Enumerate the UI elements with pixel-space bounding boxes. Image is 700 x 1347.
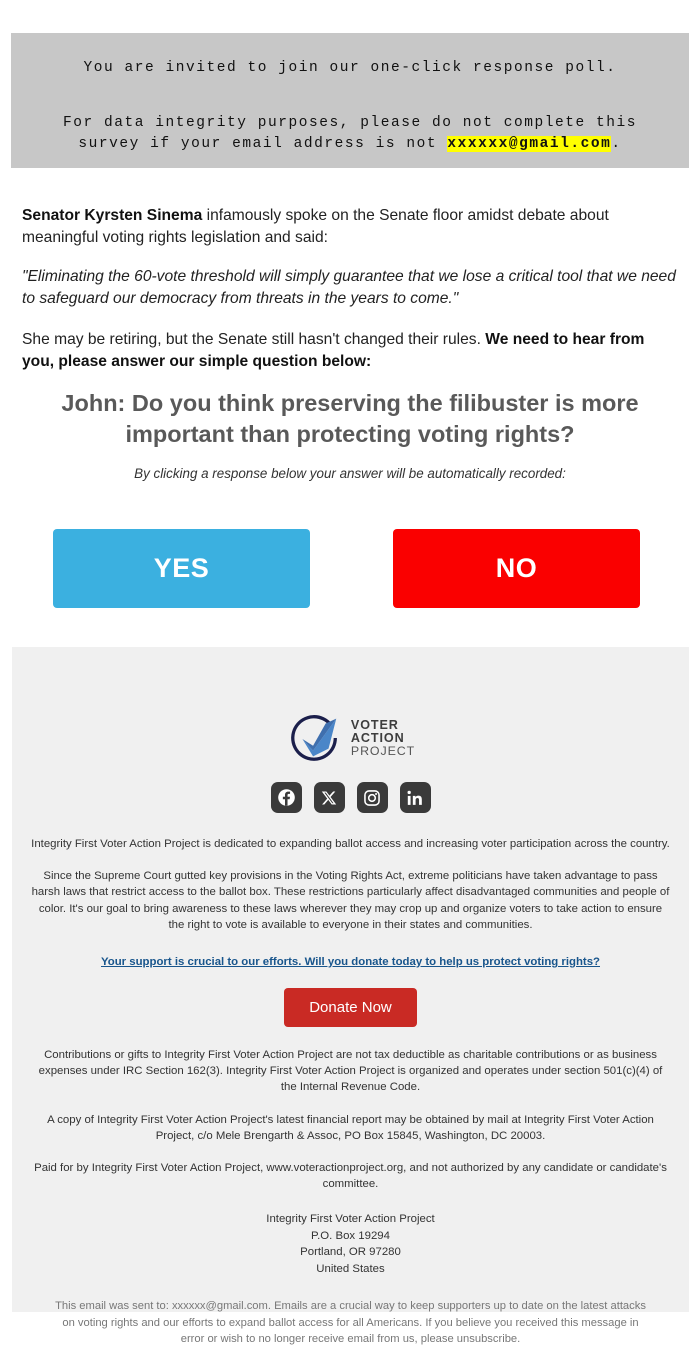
- legal-tax-disclaimer: Contributions or gifts to Integrity Firs…: [38, 1048, 663, 1094]
- legal-financial-report: A copy of Integrity First Voter Action P…: [47, 1113, 654, 1142]
- instagram-glyph: [364, 789, 380, 806]
- instagram-icon[interactable]: [356, 782, 388, 813]
- donate-now-button[interactable]: Donate Now: [284, 987, 417, 1027]
- body-copy: Senator Kyrsten Sinema infamously spoke …: [22, 205, 678, 390]
- senator-name: Senator Kyrsten Sinema: [22, 207, 203, 224]
- mission-statement: Integrity First Voter Action Project is …: [31, 838, 670, 850]
- legal-paid-for-by: Paid for by Integrity First Voter Action…: [34, 1161, 667, 1191]
- notice-banner: You are invited to join our one-click re…: [11, 33, 689, 168]
- unsubscribe-note: This email was sent to: xxxxxx@gmail.com…: [55, 1300, 646, 1345]
- poll-question: John: Do you think preserving the filibu…: [61, 390, 639, 448]
- address-city: Portland, OR 97280: [300, 1246, 401, 1259]
- paragraph-callout: She may be retiring, but the Senate stil…: [22, 329, 678, 372]
- address-country: United States: [316, 1262, 385, 1275]
- logo-line-action: ACTION: [350, 730, 405, 745]
- recipient-email-highlight: xxxxxx@gmail.com: [447, 136, 612, 153]
- paragraph-quote: "Eliminating the 60-vote threshold will …: [22, 268, 676, 307]
- linkedin-glyph: [407, 790, 422, 805]
- organization-logo: VOTER ACTION PROJECT: [30, 647, 671, 767]
- paragraph-callout-rest: She may be retiring, but the Senate stil…: [22, 331, 486, 349]
- facebook-glyph: [277, 789, 295, 806]
- linkedin-icon[interactable]: [399, 782, 431, 813]
- x-glyph: [321, 790, 337, 805]
- logo-line-voter: VOTER: [350, 717, 399, 732]
- footer-panel: VOTER ACTION PROJECT Integrity First Vot…: [12, 647, 689, 1345]
- poll-subnote: By clicking a response below your answer…: [134, 466, 566, 481]
- logo-wordmark: VOTER ACTION PROJECT: [350, 717, 416, 758]
- donate-button-row: Donate Now: [30, 987, 671, 1027]
- address-org: Integrity First Voter Action Project: [266, 1213, 435, 1226]
- paragraph-intro: Senator Kyrsten Sinema infamously spoke …: [22, 205, 678, 248]
- address-street: P.O. Box 19294: [311, 1229, 390, 1242]
- no-button[interactable]: NO: [393, 529, 640, 608]
- postal-address: Integrity First Voter Action Project P.O…: [30, 1211, 671, 1277]
- donate-support-link[interactable]: Your support is crucial to our efforts. …: [101, 956, 600, 968]
- yes-button[interactable]: YES: [53, 529, 310, 608]
- notice-line-invite: You are invited to join our one-click re…: [83, 60, 617, 76]
- notice-line-integrity: For data integrity purposes, please do n…: [33, 113, 667, 155]
- logo-line-project: PROJECT: [350, 743, 416, 758]
- voter-action-check-logo-icon: [291, 715, 337, 761]
- donate-link-row: Your support is crucial to our efforts. …: [30, 952, 671, 970]
- facebook-icon[interactable]: [270, 782, 302, 813]
- x-twitter-icon[interactable]: [313, 782, 345, 813]
- story-statement: Since the Supreme Court gutted key provi…: [31, 870, 670, 931]
- notice-text-after: .: [611, 136, 622, 153]
- social-links: [30, 782, 671, 813]
